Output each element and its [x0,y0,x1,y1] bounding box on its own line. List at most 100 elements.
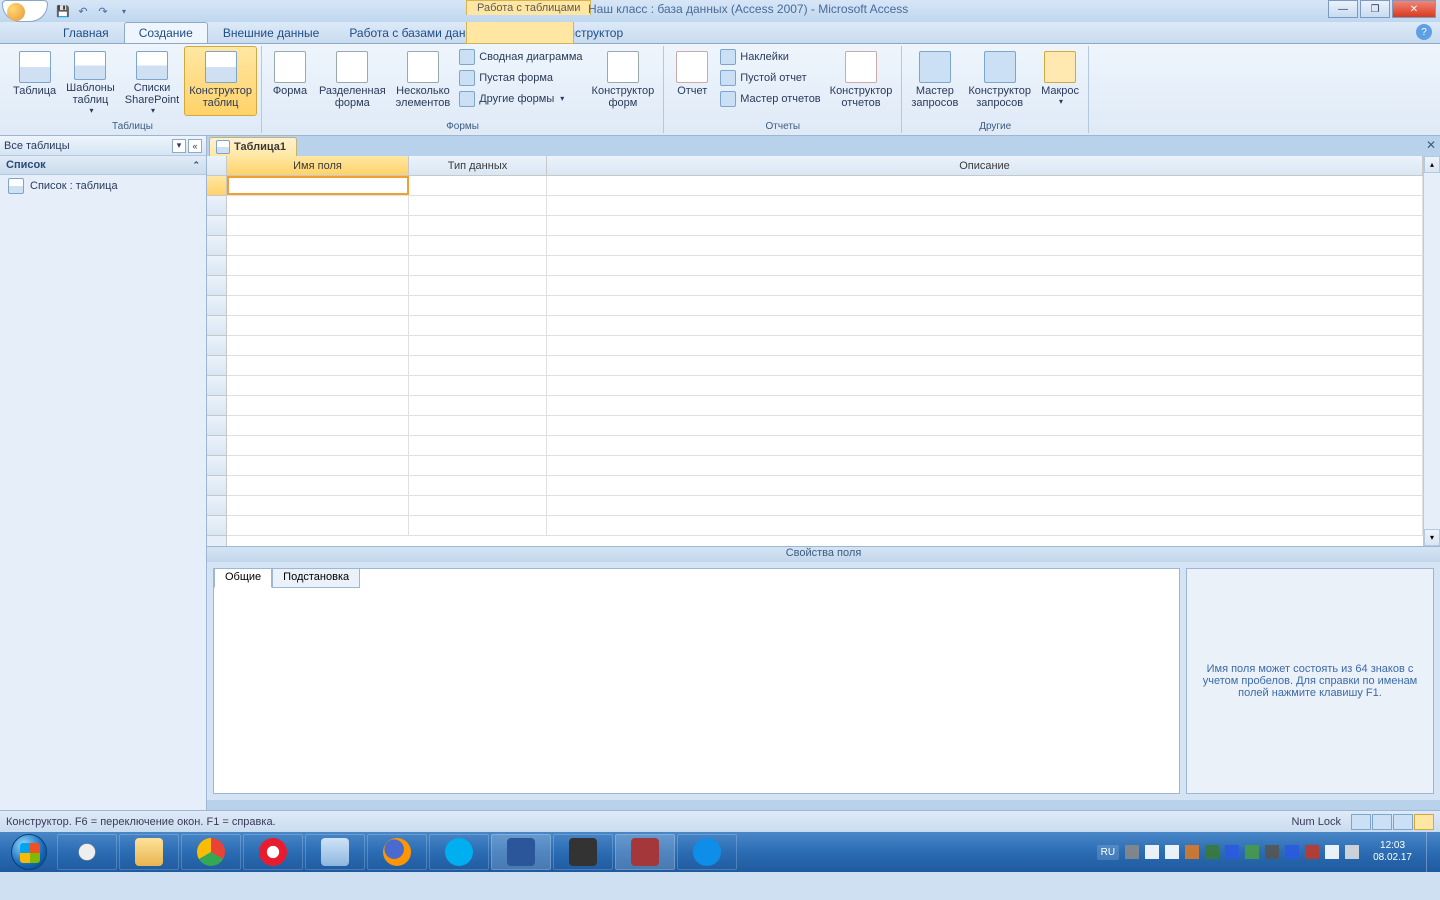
qat-customize[interactable] [114,2,132,20]
data-type-cell[interactable] [409,396,547,415]
row-selector[interactable] [207,256,226,276]
row-selector[interactable] [207,316,226,336]
row-selector[interactable] [207,496,226,516]
col-field-name[interactable]: Имя поля [227,156,409,175]
data-type-cell[interactable] [409,296,547,315]
tray-icon[interactable] [1305,845,1319,859]
pivot-chart-view-button[interactable] [1393,814,1413,830]
col-data-type[interactable]: Тип данных [409,156,547,175]
description-cell[interactable] [547,436,1423,455]
row-selector[interactable] [207,296,226,316]
field-name-cell[interactable] [227,356,409,375]
data-type-cell[interactable] [409,436,547,455]
table-templates-button[interactable]: Шаблоны таблиц [61,46,120,116]
row-selector[interactable] [207,396,226,416]
field-name-cell[interactable] [227,256,409,275]
description-cell[interactable] [547,196,1423,215]
field-name-cell[interactable] [227,236,409,255]
tab-home[interactable]: Главная [48,22,124,43]
data-type-cell[interactable] [409,256,547,275]
description-cell[interactable] [547,356,1423,375]
tab-lookup[interactable]: Подстановка [272,568,360,588]
description-cell[interactable] [547,176,1423,195]
report-wizard-button[interactable]: Мастер отчетов [716,88,824,109]
other-forms-button[interactable]: Другие формы [455,88,586,109]
tray-icon[interactable] [1225,845,1239,859]
description-cell[interactable] [547,256,1423,275]
document-tab[interactable]: Таблица1 [209,137,297,156]
row-selector[interactable] [207,476,226,496]
description-cell[interactable] [547,476,1423,495]
data-type-cell[interactable] [409,376,547,395]
query-designer-button[interactable]: Конструктор запросов [963,46,1036,116]
tray-show-hidden-icon[interactable] [1145,845,1159,859]
taskbar-firefox[interactable] [367,834,427,870]
navpane-header[interactable]: Все таблицы ▾ « [0,136,206,156]
taskbar-skype[interactable] [429,834,489,870]
row-selector[interactable] [207,456,226,476]
field-name-cell[interactable] [227,456,409,475]
office-button[interactable] [2,0,48,22]
restore-button[interactable]: ❐ [1360,0,1390,18]
description-cell[interactable] [547,456,1423,475]
data-type-cell[interactable] [409,456,547,475]
language-indicator[interactable]: RU [1097,845,1119,860]
close-button[interactable]: ✕ [1392,0,1436,18]
network-icon[interactable] [1345,845,1359,859]
taskbar-access[interactable] [615,834,675,870]
field-name-cell[interactable] [227,296,409,315]
description-cell[interactable] [547,416,1423,435]
row-selector[interactable] [207,276,226,296]
tab-external-data[interactable]: Внешние данные [208,22,335,43]
datasheet-view-button[interactable] [1351,814,1371,830]
blank-report-button[interactable]: Пустой отчет [716,67,824,88]
field-name-cell[interactable] [227,316,409,335]
field-name-cell[interactable] [227,376,409,395]
row-selector[interactable] [207,236,226,256]
taskbar-magnifier[interactable] [57,834,117,870]
taskbar-chrome[interactable] [181,834,241,870]
field-name-cell[interactable] [227,496,409,515]
vertical-scrollbar[interactable]: ▴ ▾ [1423,156,1440,546]
pivot-table-view-button[interactable] [1372,814,1392,830]
tab-general[interactable]: Общие [214,568,272,588]
description-cell[interactable] [547,276,1423,295]
col-description[interactable]: Описание [547,156,1423,175]
data-type-cell[interactable] [409,316,547,335]
labels-button[interactable]: Наклейки [716,46,824,67]
form-designer-button[interactable]: Конструктор форм [587,46,660,116]
data-type-cell[interactable] [409,176,547,195]
row-selector[interactable] [207,376,226,396]
table-designer-button[interactable]: Конструктор таблиц [184,46,257,116]
tray-icon[interactable] [1125,845,1139,859]
field-name-cell[interactable] [227,216,409,235]
description-cell[interactable] [547,376,1423,395]
navpane-item-table[interactable]: Список : таблица [0,175,206,197]
taskbar-teamviewer[interactable] [677,834,737,870]
tray-icon[interactable] [1185,845,1199,859]
taskbar-acrobat[interactable] [553,834,613,870]
document-close-button[interactable]: ✕ [1426,138,1436,152]
blank-form-button[interactable]: Пустая форма [455,67,586,88]
data-type-cell[interactable] [409,216,547,235]
field-name-input[interactable] [227,176,409,195]
split-form-button[interactable]: Разделенная форма [314,46,391,116]
row-selector[interactable] [207,336,226,356]
volume-icon[interactable] [1325,845,1339,859]
taskbar-calculator[interactable] [305,834,365,870]
query-wizard-button[interactable]: Мастер запросов [906,46,963,116]
row-selector[interactable] [207,196,226,216]
report-designer-button[interactable]: Конструктор отчетов [825,46,898,116]
scroll-down-button[interactable]: ▾ [1424,529,1440,546]
description-cell[interactable] [547,336,1423,355]
navpane-dropdown-icon[interactable]: ▾ [172,139,186,153]
form-button[interactable]: Форма [266,46,314,116]
taskbar-opera[interactable] [243,834,303,870]
description-cell[interactable] [547,296,1423,315]
field-name-cell[interactable] [227,416,409,435]
field-name-cell[interactable] [227,336,409,355]
taskbar-explorer[interactable] [119,834,179,870]
row-selector[interactable] [207,416,226,436]
field-name-cell[interactable] [227,196,409,215]
tab-create[interactable]: Создание [124,22,208,43]
